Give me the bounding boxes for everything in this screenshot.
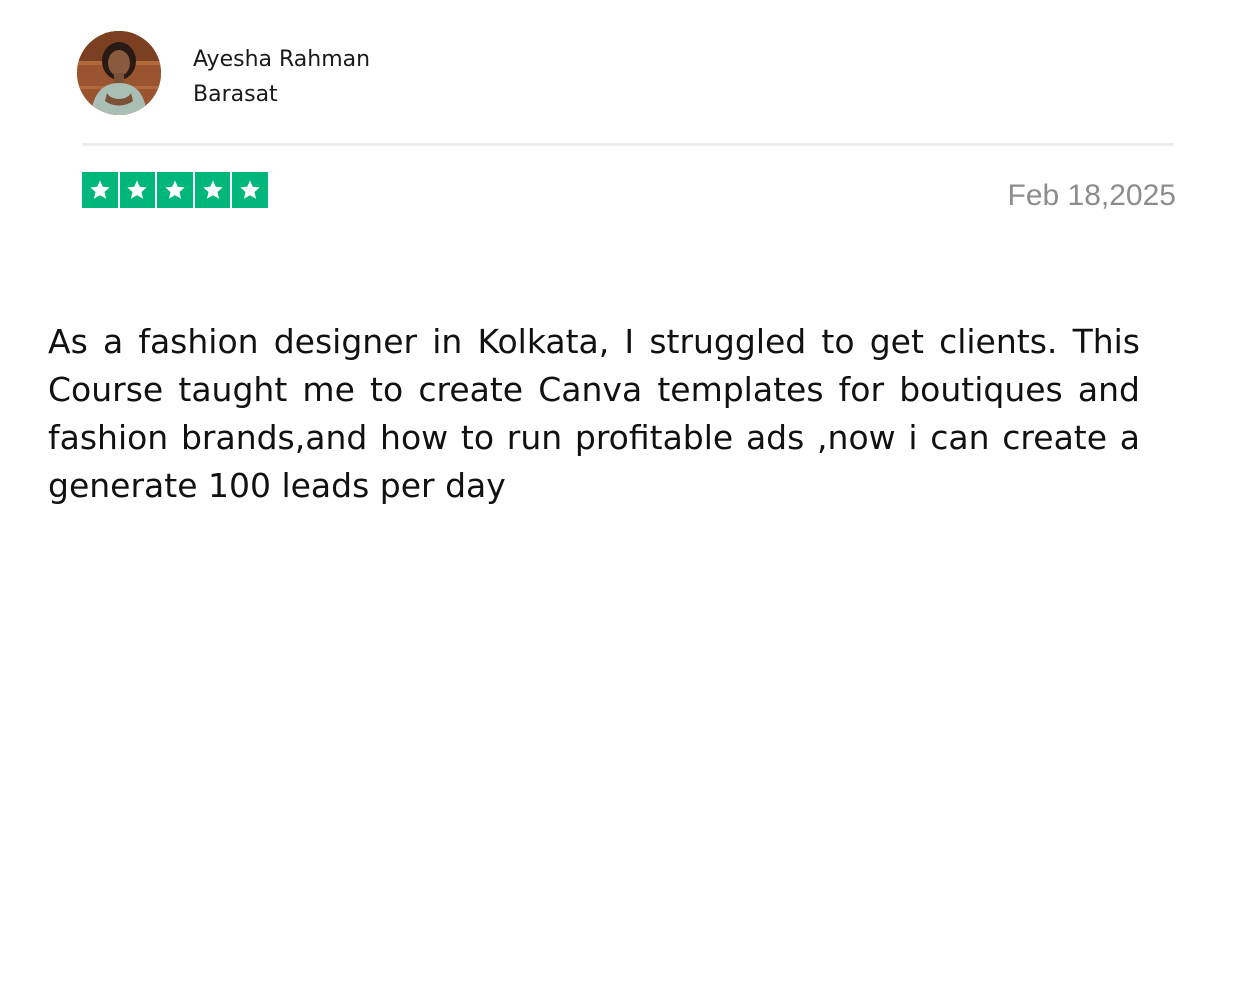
review-date: Feb 18,2025 — [1007, 179, 1176, 212]
review-text: As a fashion designer in Kolkata, I stru… — [48, 322, 1140, 505]
reviewer-name: Ayesha Rahman — [193, 47, 371, 72]
star-icon — [119, 172, 156, 208]
star-rating — [82, 172, 268, 208]
star-icon — [194, 172, 231, 208]
star-icon — [82, 172, 118, 208]
user-avatar-photo — [77, 31, 161, 115]
divider — [82, 143, 1174, 146]
star-icon — [232, 172, 268, 208]
avatar — [77, 31, 161, 115]
star-icon — [157, 172, 193, 208]
reviewer-location: Barasat — [193, 82, 278, 107]
